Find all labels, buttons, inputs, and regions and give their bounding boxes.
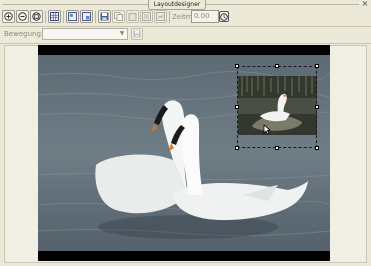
time-input[interactable]: 0.00 <box>191 10 219 23</box>
zoom-in-icon <box>4 12 13 21</box>
motion-save-button[interactable] <box>131 28 143 40</box>
grid-button[interactable] <box>48 10 61 23</box>
resize-handle-top-right[interactable] <box>315 64 319 68</box>
zoom-fit-icon <box>32 12 41 21</box>
copy-button[interactable] <box>112 10 125 23</box>
layout-button[interactable] <box>66 10 79 23</box>
selection-border <box>237 66 317 148</box>
motion-label: Bewegung: <box>4 30 44 38</box>
layout-icon <box>68 12 77 21</box>
paste-icon <box>128 12 137 21</box>
main-toolbar: Zeitmarke: 0.00 <box>0 9 371 26</box>
toolbar-separator <box>95 11 96 23</box>
save-disk-icon <box>100 12 109 21</box>
resize-handle-bottom[interactable] <box>275 146 279 150</box>
toolbar-divider <box>0 43 371 44</box>
close-button[interactable]: × <box>361 0 369 8</box>
layer-icon <box>142 12 151 21</box>
clock-icon <box>220 12 228 21</box>
layout-alt-button[interactable] <box>80 10 93 23</box>
motion-select[interactable]: ▼ <box>42 28 128 40</box>
toolbar-separator <box>63 11 64 23</box>
paste-button[interactable] <box>126 10 139 23</box>
layer-button[interactable] <box>140 10 153 23</box>
resize-handle-top[interactable] <box>275 64 279 68</box>
mouse-cursor-icon <box>263 124 271 135</box>
resize-handle-right[interactable] <box>315 105 319 109</box>
overlay-selection-frame[interactable] <box>235 64 319 150</box>
copy-icon <box>114 12 123 21</box>
resize-handle-bottom-left[interactable] <box>235 146 239 150</box>
save-button[interactable] <box>98 10 111 23</box>
zoom-out-button[interactable] <box>16 10 29 23</box>
grid-icon <box>50 12 59 21</box>
motion-toolbar: Bewegung: ▼ <box>0 27 371 43</box>
layout-alt-icon <box>82 12 91 21</box>
zoom-fit-button[interactable] <box>30 10 43 23</box>
resize-handle-left[interactable] <box>235 105 239 109</box>
clock-button[interactable] <box>219 11 229 22</box>
chevron-down-icon: ▼ <box>119 30 125 37</box>
group-button[interactable] <box>154 10 167 23</box>
zoom-out-icon <box>18 12 27 21</box>
save-disk-icon <box>133 30 141 38</box>
zoom-in-button[interactable] <box>2 10 15 23</box>
toolbar-separator <box>169 11 170 23</box>
resize-handle-top-left[interactable] <box>235 64 239 68</box>
resize-handle-bottom-right[interactable] <box>315 146 319 150</box>
group-icon <box>156 12 165 21</box>
toolbar-separator <box>45 11 46 23</box>
title-bar: Layoutdesigner × <box>0 0 371 10</box>
